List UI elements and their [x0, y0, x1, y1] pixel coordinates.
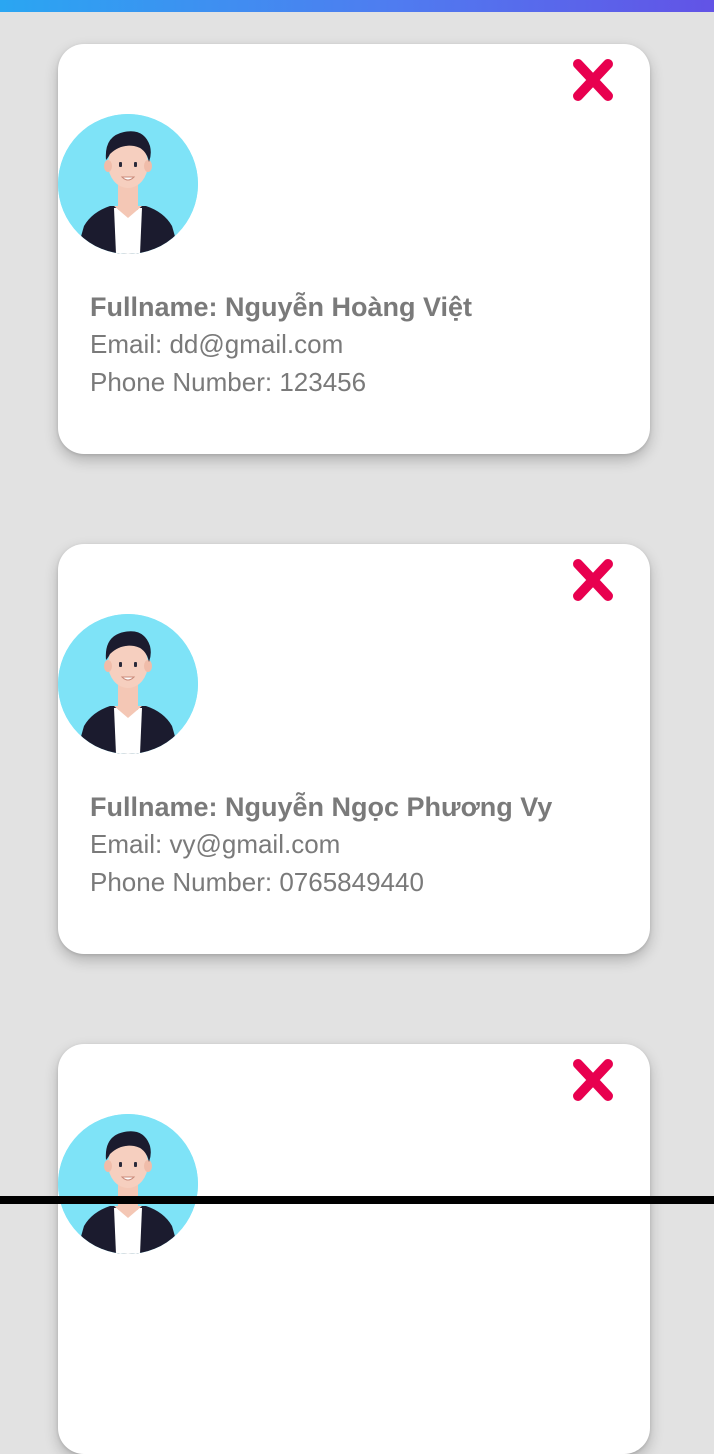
contact-fullname: Fullname: Nguyễn Hoàng Việt: [90, 292, 473, 322]
top-accent-bar: [0, 0, 714, 12]
bottom-system-bar: [0, 1196, 714, 1204]
contact-card: [58, 1044, 650, 1454]
user-avatar-icon: [58, 614, 198, 754]
delete-contact-button[interactable]: [564, 56, 622, 104]
delete-contact-button[interactable]: [564, 1056, 622, 1104]
contact-fullname: Fullname: Nguyễn Ngọc Phương Vy: [90, 792, 553, 822]
close-icon: [573, 559, 613, 601]
contact-phone: Phone Number: 123456: [90, 367, 367, 397]
avatar: [58, 1114, 198, 1254]
user-avatar-icon: [58, 1114, 198, 1254]
avatar: [58, 614, 198, 754]
delete-contact-button[interactable]: [564, 556, 622, 604]
close-icon: [573, 59, 613, 101]
contact-card: Fullname: Nguyễn Hoàng Việt Email: dd@gm…: [58, 44, 650, 454]
contact-email: Email: vy@gmail.com: [90, 829, 341, 859]
contact-email: Email: dd@gmail.com: [90, 329, 344, 359]
contact-info: Fullname: Nguyễn Ngọc Phương Vy Email: v…: [90, 789, 552, 901]
user-avatar-icon: [58, 114, 198, 254]
contact-info: Fullname: Nguyễn Hoàng Việt Email: dd@gm…: [90, 289, 472, 401]
contact-phone: Phone Number: 0765849440: [90, 867, 424, 897]
close-icon: [573, 1059, 613, 1101]
contact-card: Fullname: Nguyễn Ngọc Phương Vy Email: v…: [58, 544, 650, 954]
avatar: [58, 114, 198, 254]
